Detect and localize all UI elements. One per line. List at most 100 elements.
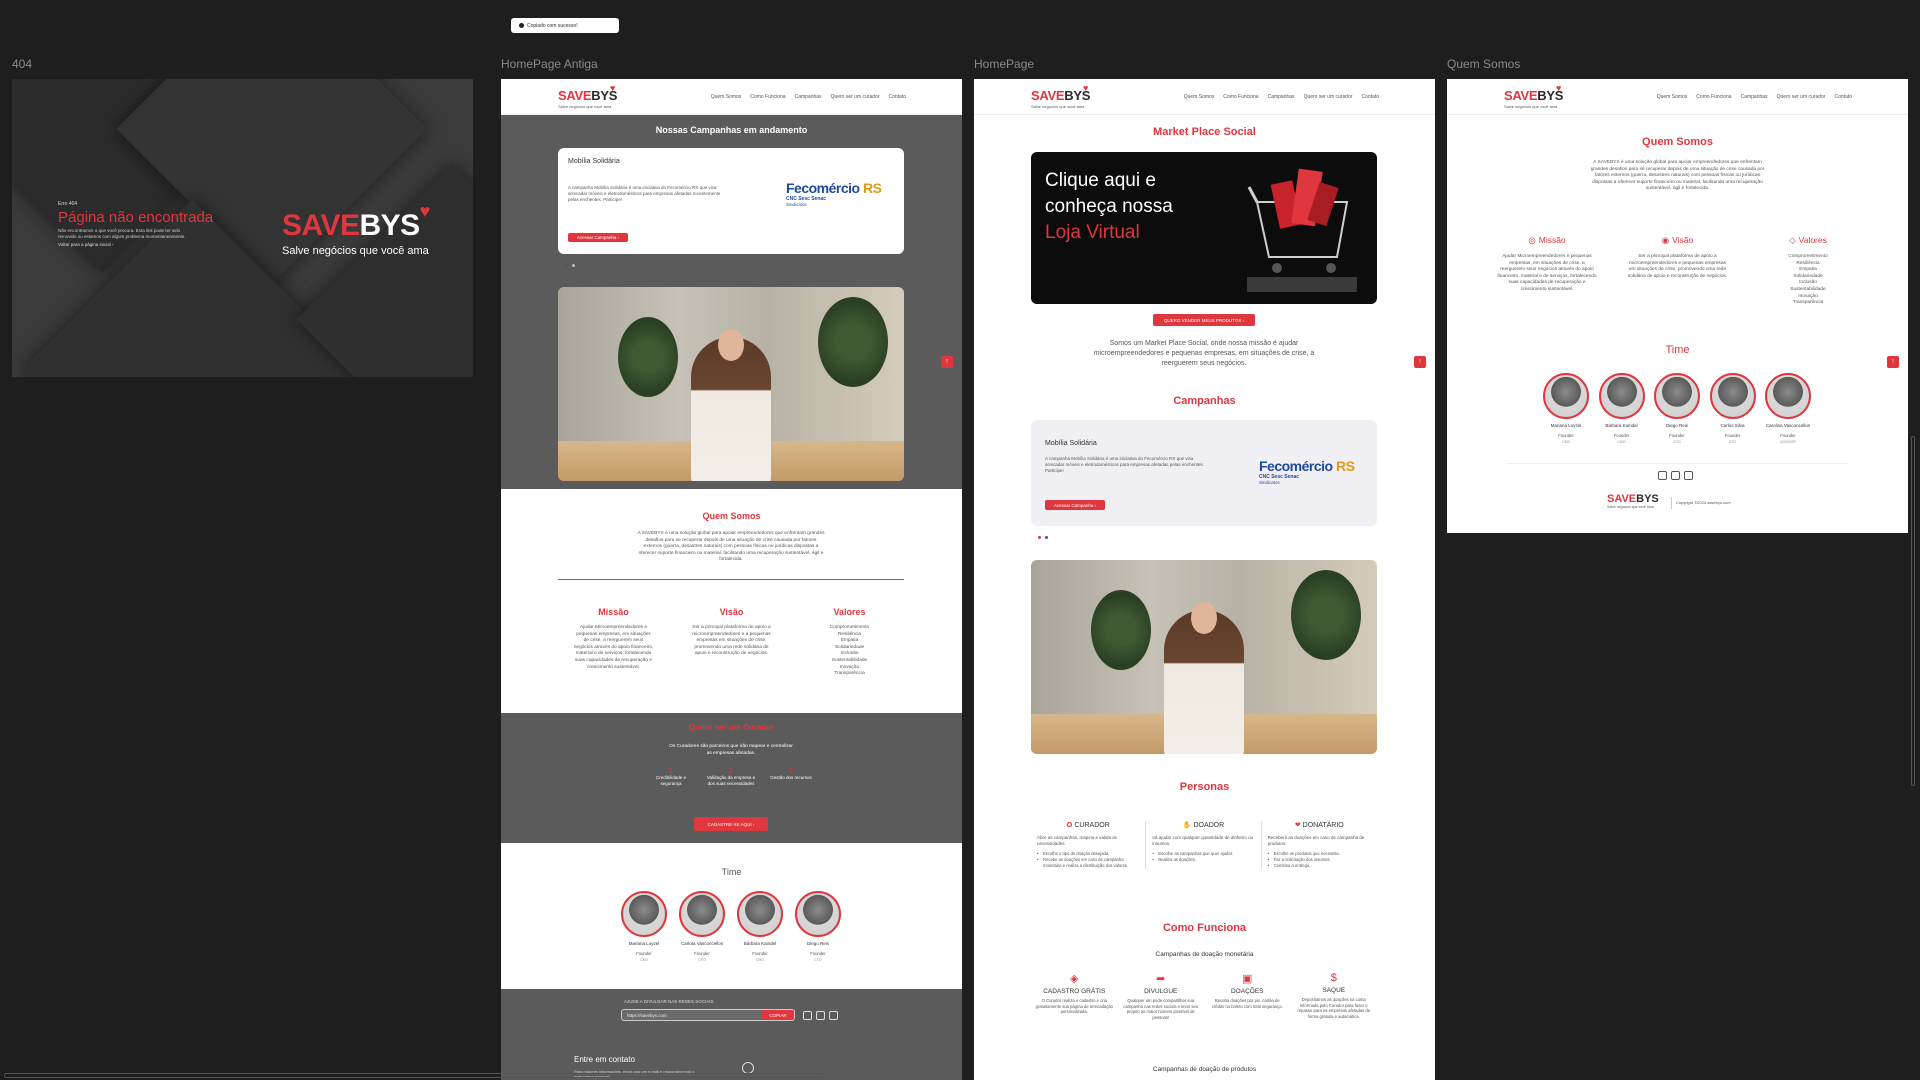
vertical-scrollbar[interactable] [1911, 436, 1915, 786]
how-steps: ◈ CADASTRO GRÁTIS O Curador realiza o cada… [1031, 972, 1377, 1020]
nav-como-funciona[interactable]: Como Funciona [1696, 94, 1731, 100]
divider [558, 579, 904, 580]
logo: SAVEBYS♥ Salve negócios que você ama [282, 201, 430, 257]
fecomercio-logo: Fecomércio RS CNC Sesc Senac Sindicatos [786, 180, 882, 207]
donor-icon: ✋ [1182, 822, 1192, 829]
cadastre-se-button[interactable]: CADASTRE-SE AQUI › [694, 817, 768, 831]
team-list: Mariana Loyzel Founder CEO Carlota Vasconc… [619, 891, 843, 962]
mission-vision-values: ◎ Missão Ajudar Microempreendedores e peq… [1497, 235, 1828, 306]
campaign-title: Mobília Solidária [568, 158, 620, 165]
share-icon: ➦ [1156, 973, 1166, 985]
nav-curador[interactable]: Quero ser um curador [1304, 94, 1353, 100]
curador-title: Quero ser um Curador [688, 723, 775, 732]
frame-homepage-antiga[interactable]: SAVEBYS ♥ Salve negócios que você ama Qu… [501, 79, 962, 1080]
eye-icon: ◉ [1661, 235, 1670, 245]
persona-doador: ✋ DOADOR Irá ajudar com qualquer quantid… [1146, 821, 1262, 869]
avatar [1598, 373, 1645, 419]
personas-list: ✪ CURADOR Abre as campanhas, mapeia e va… [1031, 821, 1377, 869]
nav-como-funciona[interactable]: Como Funciona [1223, 94, 1258, 100]
horizontal-scrollbar[interactable] [0, 1071, 1920, 1080]
site-header: SAVEBYS ♥ Salve negócios que você ama Qu… [1447, 79, 1908, 115]
logo[interactable]: SAVEBYS ♥ Salve negócios que você ama [558, 83, 617, 109]
frame-quem-somos[interactable]: SAVEBYS ♥ Salve negócios que você ama Qu… [1447, 79, 1908, 533]
instagram-icon[interactable] [1671, 471, 1680, 480]
share-url-field[interactable]: https://savebys.com COPIAR [621, 1009, 795, 1021]
copy-button[interactable]: COPIAR [762, 1010, 794, 1020]
nav-curador[interactable]: Quero ser um curador [831, 94, 880, 100]
carousel-dots[interactable] [1038, 536, 1048, 539]
video-player[interactable] [1031, 560, 1377, 754]
nav-curador[interactable]: Quero ser um curador [1777, 94, 1826, 100]
nav-campanhas[interactable]: Campanhas [1268, 94, 1295, 100]
mission-vision-values: Missão Ajudar Microempreendedores e pequ… [501, 607, 962, 678]
persona-curador: ✪ CURADOR Abre as campanhas, mapeia e va… [1031, 821, 1147, 869]
visao-title: Visão [719, 607, 744, 617]
main-nav: Quem Somos Como Funciona Campanhas Quero… [711, 94, 906, 100]
avatar [1654, 373, 1700, 419]
nav-contato[interactable]: Contato [888, 94, 906, 100]
nav-quem-somos[interactable]: Quem Somos [1657, 94, 1688, 100]
divider [1671, 497, 1672, 509]
heart-icon: ♥ [1556, 83, 1562, 93]
visao-description: Ser a principal plataforma de apoio a mi… [692, 625, 771, 657]
frame-label-404[interactable]: 404 [12, 57, 32, 71]
personas-title: Personas [1179, 781, 1230, 793]
frame-404[interactable]: Erro 404 Página não encontrada Não encon… [12, 79, 473, 377]
curator-icon: ✪ [1066, 822, 1073, 829]
instagram-icon[interactable] [816, 1011, 825, 1020]
logo[interactable]: SAVEBYS ♥ Salve negócios que você ama [1031, 83, 1090, 109]
back-home-link[interactable]: Voltar para a página inicial › [58, 242, 114, 247]
site-header: SAVEBYS ♥ Salve negócios que você ama Qu… [974, 79, 1435, 115]
dollar-icon: $ [1330, 972, 1337, 984]
scroll-top-button[interactable]: ↑ [941, 356, 953, 368]
scroll-top-button[interactable]: ↑ [1414, 356, 1426, 368]
recipient-icon: ❤ [1294, 822, 1301, 829]
missao-title: Missão [598, 607, 629, 617]
social-icons [1658, 471, 1693, 480]
curador-section: Quero ser um Curador Os Curadores são pa… [501, 713, 962, 843]
nav-quem-somos[interactable]: Quem Somos [1184, 94, 1215, 100]
access-campaign-button[interactable]: Acessar Campanha › [1045, 500, 1105, 510]
carousel-dots[interactable] [565, 264, 575, 267]
frame-homepage[interactable]: SAVEBYS ♥ Salve negócios que você ama Qu… [974, 79, 1435, 1080]
check-icon [519, 23, 524, 28]
nav-quem-somos[interactable]: Quem Somos [711, 94, 742, 100]
heart-icon: ♥ [610, 83, 616, 93]
sell-products-button[interactable]: QUERO VENDER MEUS PRODUTOS › [1153, 314, 1255, 326]
frame-label-antiga[interactable]: HomePage Antiga [501, 57, 598, 71]
facebook-icon[interactable] [829, 1011, 838, 1020]
scroll-top-button[interactable]: ↑ [1887, 356, 1899, 368]
access-campaign-button[interactable]: Acessar Campanha › [568, 233, 628, 242]
contact-title: Entre em contato [574, 1055, 635, 1064]
linkedin-icon[interactable] [803, 1011, 812, 1020]
site-header: SAVEBYS ♥ Salve negócios que você ama Qu… [501, 79, 962, 115]
quem-somos-title: Quem Somos [702, 511, 761, 521]
virtual-store-banner[interactable]: Clique aqui e conheça nossa Loja Virtual [1031, 152, 1377, 304]
quem-somos-description: A SAVEBYS é uma solução global para apoi… [637, 531, 825, 563]
footer-logo: SAVEBYS Salve negócios que você ama [1607, 493, 1659, 509]
video-player[interactable] [558, 287, 904, 481]
valores-list: Comprometimento Resiliência Empatia Solidar… [829, 625, 870, 677]
tag-icon: ◈ [1070, 973, 1079, 985]
campaigns-title: Nossas Campanhas em andamento [655, 125, 808, 135]
nav-campanhas[interactable]: Campanhas [1741, 94, 1768, 100]
nav-campanhas[interactable]: Campanhas [795, 94, 822, 100]
facebook-icon[interactable] [1684, 471, 1693, 480]
campanhas-title: Campanhas [1173, 395, 1236, 407]
campaign-card[interactable]: Mobília Solidária A campanha Mobília Sol… [558, 148, 904, 254]
como-funciona-title: Como Funciona [1162, 922, 1247, 934]
frame-label-quem[interactable]: Quem Somos [1447, 57, 1520, 71]
campaign-card[interactable]: Mobília Solidária A campanha Mobília Sol… [1031, 420, 1377, 526]
nav-contato[interactable]: Contato [1834, 94, 1852, 100]
curador-steps: 1 Credibilidade e segurança 2 Validação da… [655, 768, 812, 786]
logo[interactable]: SAVEBYS ♥ Salve negócios que você ama [1504, 83, 1563, 109]
time-title: Time [721, 867, 742, 877]
fecomercio-logo: Fecomércio RS CNC Sesc Senac Sindicatos [1259, 458, 1355, 485]
market-title: Market Place Social [1153, 126, 1256, 138]
footer-section: AJUDE A DIVULGAR NAS REDES SOCIAIS https… [501, 989, 962, 1080]
nav-contato[interactable]: Contato [1361, 94, 1379, 100]
nav-como-funciona[interactable]: Como Funciona [750, 94, 785, 100]
campaign-description: A campanha Mobília Solidária é uma inici… [1045, 456, 1204, 473]
frame-label-home[interactable]: HomePage [974, 57, 1034, 71]
linkedin-icon[interactable] [1658, 471, 1667, 480]
